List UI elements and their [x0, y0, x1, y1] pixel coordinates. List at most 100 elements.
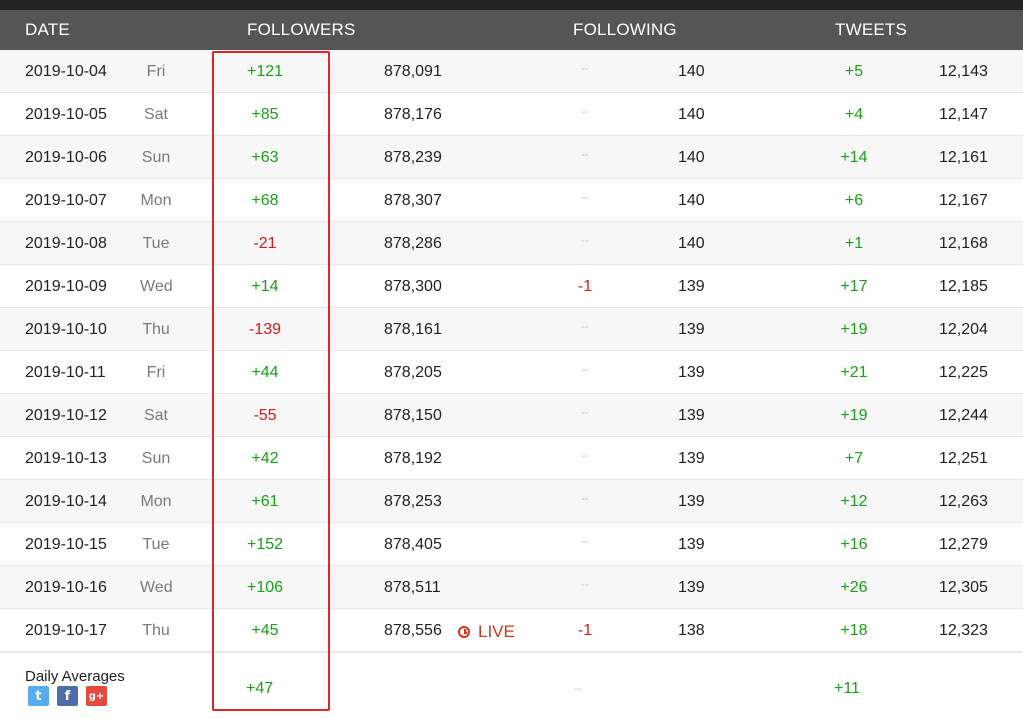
header-date[interactable]: DATE: [25, 20, 70, 40]
row-followers-change: +152: [246, 536, 284, 553]
row-tweets-change: +21: [840, 364, 868, 381]
row-weekday: Thu: [142, 622, 170, 639]
row-tweets-total: 12,161: [939, 149, 988, 166]
table-row: 2019-10-15 Tue +152 878,405 -- 139 +16 12,279: [0, 523, 1023, 566]
row-date: 2019-10-14: [25, 493, 107, 510]
row-followers-change: +106: [246, 579, 284, 596]
row-date: 2019-10-17: [25, 622, 107, 639]
row-weekday: Mon: [140, 192, 172, 209]
row-following-total: 139: [678, 321, 705, 338]
row-following-change: --: [581, 149, 589, 161]
row-weekday: Fri: [146, 364, 166, 381]
row-tweets-change: +7: [844, 450, 864, 467]
row-followers-change: +45: [251, 622, 279, 639]
header-tweets[interactable]: TWEETS: [835, 20, 907, 40]
row-followers-change: -21: [253, 235, 277, 252]
row-date: 2019-10-05: [25, 106, 107, 123]
facebook-icon[interactable]: f: [57, 686, 78, 706]
row-tweets-total: 12,143: [939, 63, 988, 80]
row-tweets-total: 12,251: [939, 450, 988, 467]
row-weekday: Sun: [141, 450, 171, 467]
row-followers-total: 878,161: [384, 321, 442, 338]
row-date: 2019-10-06: [25, 149, 107, 166]
row-following-change: --: [581, 192, 589, 204]
daily-averages-label: Daily Averages: [25, 668, 125, 685]
row-following-change: --: [581, 536, 589, 548]
twitter-icon[interactable]: t: [28, 686, 49, 706]
row-following-change: --: [581, 450, 589, 462]
google-plus-icon[interactable]: g+: [86, 686, 107, 706]
row-following-total: 139: [678, 364, 705, 381]
row-followers-change: +44: [251, 364, 279, 381]
row-tweets-change: +18: [840, 622, 868, 639]
row-date: 2019-10-11: [25, 364, 106, 381]
row-tweets-total: 12,147: [939, 106, 988, 123]
row-weekday: Mon: [140, 493, 172, 510]
row-followers-total: 878,405: [384, 536, 442, 553]
row-following-total: 139: [678, 493, 705, 510]
row-followers-change: -55: [253, 407, 277, 424]
row-date: 2019-10-15: [25, 536, 107, 553]
row-following-total: 139: [678, 278, 705, 295]
row-tweets-total: 12,244: [939, 407, 988, 424]
row-following-change: -1: [577, 278, 593, 295]
row-following-total: 138: [678, 622, 705, 639]
header-followers[interactable]: FOLLOWERS: [247, 20, 356, 40]
row-following-change: --: [581, 493, 589, 505]
row-following-total: 140: [678, 63, 705, 80]
row-tweets-total: 12,323: [939, 622, 988, 639]
row-tweets-change: +6: [844, 192, 864, 209]
table-row: 2019-10-07 Mon +68 878,307 -- 140 +6 12,167: [0, 179, 1023, 222]
row-followers-total: 878,300: [384, 278, 442, 295]
row-followers-total: 878,176: [384, 106, 442, 123]
row-followers-change: +61: [251, 493, 279, 510]
row-followers-total: 878,511: [384, 579, 441, 596]
row-following-change: --: [581, 106, 589, 118]
row-following-change: --: [581, 364, 589, 376]
row-date: 2019-10-07: [25, 192, 107, 209]
row-tweets-total: 12,305: [939, 579, 988, 596]
row-date: 2019-10-12: [25, 407, 107, 424]
row-followers-change: +42: [251, 450, 279, 467]
row-following-total: 140: [678, 106, 705, 123]
row-followers-change: +85: [251, 106, 279, 123]
row-followers-total: 878,286: [384, 235, 442, 252]
row-followers-total: 878,239: [384, 149, 442, 166]
row-tweets-total: 12,167: [939, 192, 988, 209]
table-row: 2019-10-17 Thu +45 878,556 -1 138 +18 12,323 LIV…: [0, 609, 1023, 652]
row-following-change: --: [581, 321, 589, 333]
row-followers-change: +63: [251, 149, 279, 166]
row-tweets-change: +4: [844, 106, 864, 123]
row-weekday: Sun: [141, 149, 171, 166]
row-followers-total: 878,192: [384, 450, 442, 467]
clock-icon: [458, 626, 470, 638]
table-row: 2019-10-05 Sat +85 878,176 -- 140 +4 12,147: [0, 93, 1023, 136]
row-followers-total: 878,253: [384, 493, 442, 510]
row-weekday: Tue: [142, 536, 170, 553]
table-row: 2019-10-04 Fri +121 878,091 -- 140 +5 12,143: [0, 50, 1023, 93]
live-label: LIVE: [478, 622, 515, 641]
row-following-total: 139: [678, 407, 705, 424]
row-followers-change: +68: [251, 192, 279, 209]
row-weekday: Fri: [146, 63, 166, 80]
live-indicator[interactable]: LIVE: [458, 622, 515, 642]
row-followers-change: +14: [251, 278, 279, 295]
top-bar: [0, 0, 1023, 10]
row-following-total: 139: [678, 450, 705, 467]
row-date: 2019-10-04: [25, 63, 107, 80]
row-followers-total: 878,205: [384, 364, 442, 381]
row-following-total: 140: [678, 149, 705, 166]
row-tweets-change: +12: [840, 493, 868, 510]
row-following-change: --: [581, 63, 589, 75]
table-header: DATE FOLLOWERS FOLLOWING TWEETS: [0, 10, 1023, 50]
row-followers-total: 878,150: [384, 407, 442, 424]
row-date: 2019-10-13: [25, 450, 107, 467]
row-following-change: --: [581, 579, 589, 591]
row-followers-change: +121: [246, 63, 284, 80]
row-date: 2019-10-16: [25, 579, 107, 596]
daily-averages-row: Daily Averages t f g+ +47 -- +11: [0, 652, 1023, 718]
row-tweets-total: 12,185: [939, 278, 988, 295]
row-tweets-change: +16: [840, 536, 868, 553]
row-tweets-total: 12,204: [939, 321, 988, 338]
header-following[interactable]: FOLLOWING: [573, 20, 677, 40]
